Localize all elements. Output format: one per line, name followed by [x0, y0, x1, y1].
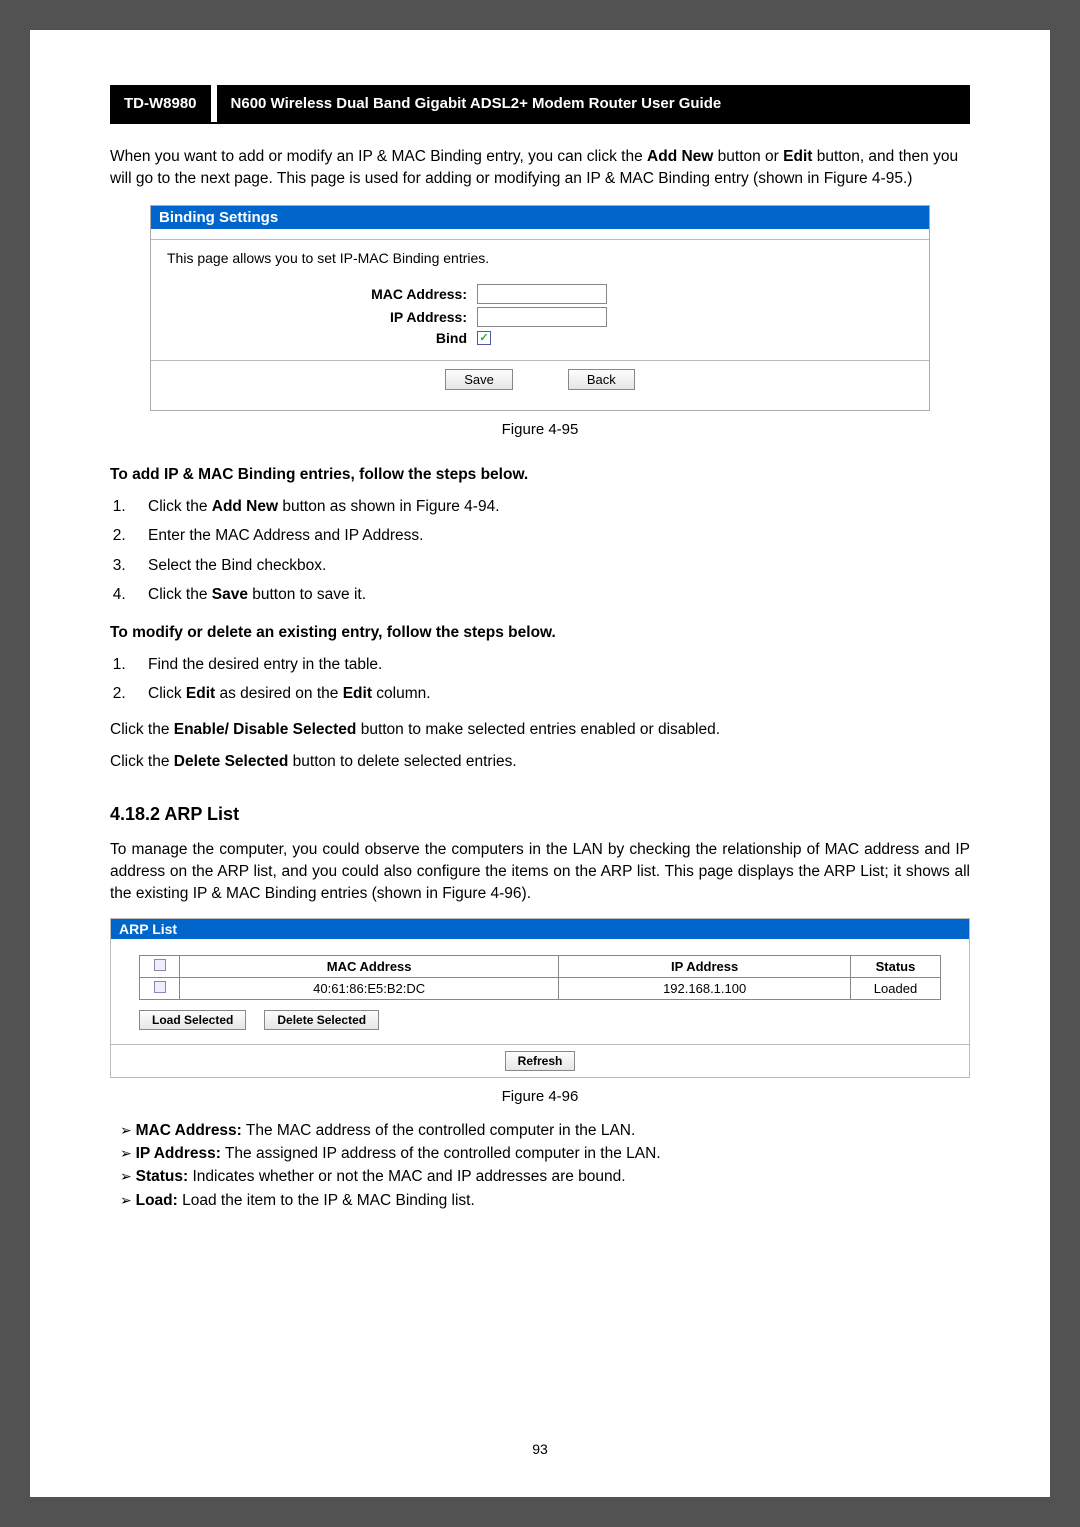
document-page: TD-W8980 N600 Wireless Dual Band Gigabit… [30, 30, 1050, 1497]
delete-line: Click the Delete Selected button to dele… [110, 751, 970, 773]
button-row: Save Back [167, 369, 913, 390]
arp-description: To manage the computer, you could observ… [110, 839, 970, 906]
text: Click the [110, 753, 174, 770]
mac-row: MAC Address: [167, 284, 913, 304]
text-bold: Edit [783, 148, 812, 165]
figure-96-caption: Figure 4-96 [110, 1088, 970, 1105]
refresh-button[interactable]: Refresh [505, 1051, 576, 1071]
list-item: MAC Address: The MAC address of the cont… [120, 1119, 970, 1142]
row-checkbox-cell [140, 977, 180, 999]
list-item: Load: Load the item to the IP & MAC Bind… [120, 1189, 970, 1212]
arp-list-panel: ARP List MAC Address IP Address Status 4… [110, 918, 970, 1078]
text: button or [713, 148, 783, 165]
page-number: 93 [110, 1411, 970, 1457]
cell-mac: 40:61:86:E5:B2:DC [180, 977, 559, 999]
delete-selected-button[interactable]: Delete Selected [264, 1010, 379, 1030]
ip-row: IP Address: [167, 307, 913, 327]
panel-description: This page allows you to set IP-MAC Bindi… [167, 250, 913, 266]
modify-steps-heading: To modify or delete an existing entry, f… [110, 624, 970, 642]
list-item: Click Edit as desired on the Edit column… [130, 679, 970, 708]
text-bold: Delete Selected [174, 753, 289, 770]
text-bold: Add New [212, 498, 278, 515]
refresh-row: Refresh [111, 1044, 969, 1077]
definitions-list: MAC Address: The MAC address of the cont… [120, 1119, 970, 1212]
text-bold: Load: [136, 1192, 178, 1209]
text: Indicates whether or not the MAC and IP … [188, 1168, 625, 1185]
text-bold: IP Address: [136, 1145, 221, 1162]
text-bold: Add New [647, 148, 713, 165]
list-item: Enter the MAC Address and IP Address. [130, 521, 970, 550]
mac-label: MAC Address: [167, 286, 477, 302]
text-bold: Enable/ Disable Selected [174, 721, 357, 738]
save-button[interactable]: Save [445, 369, 513, 390]
intro-paragraph: When you want to add or modify an IP & M… [110, 146, 970, 191]
list-item: Status: Indicates whether or not the MAC… [120, 1165, 970, 1188]
text: Click the [148, 498, 212, 515]
text-bold: Edit [343, 685, 372, 702]
text: The assigned IP address of the controlle… [221, 1145, 661, 1162]
mac-input[interactable] [477, 284, 607, 304]
back-button[interactable]: Back [568, 369, 635, 390]
bind-row: Bind ✓ [167, 330, 913, 346]
text: Click the [110, 721, 174, 738]
text-bold: Status: [136, 1168, 189, 1185]
list-item: Click the Add New button as shown in Fig… [130, 492, 970, 521]
text: When you want to add or modify an IP & M… [110, 148, 647, 165]
arp-button-row: Load Selected Delete Selected [139, 1010, 941, 1030]
text: Click the [148, 586, 212, 603]
list-item: Find the desired entry in the table. [130, 650, 970, 679]
add-steps-list: Click the Add New button as shown in Fig… [130, 492, 970, 610]
text: button as shown in Figure 4-94. [278, 498, 499, 515]
arp-list-heading: 4.18.2 ARP List [110, 804, 970, 825]
text: The MAC address of the controlled comput… [242, 1122, 635, 1139]
model-badge: TD-W8980 [110, 85, 211, 122]
table-row: 40:61:86:E5:B2:DC 192.168.1.100 Loaded [140, 977, 941, 999]
list-item: Click the Save button to save it. [130, 580, 970, 609]
text: button to delete selected entries. [288, 753, 516, 770]
text: Load the item to the IP & MAC Binding li… [178, 1192, 475, 1209]
checkbox-header [140, 955, 180, 977]
add-steps-heading: To add IP & MAC Binding entries, follow … [110, 466, 970, 484]
bind-checkbox[interactable]: ✓ [477, 331, 491, 345]
binding-settings-panel: Binding Settings This page allows you to… [150, 205, 930, 411]
cell-ip: 192.168.1.100 [559, 977, 851, 999]
panel-body: This page allows you to set IP-MAC Bindi… [151, 229, 929, 410]
text: column. [372, 685, 431, 702]
text-bold: Save [212, 586, 248, 603]
list-item: IP Address: The assigned IP address of t… [120, 1142, 970, 1165]
arp-panel-title: ARP List [111, 919, 969, 939]
ip-input[interactable] [477, 307, 607, 327]
arp-table: MAC Address IP Address Status 40:61:86:E… [139, 955, 941, 1000]
ip-label: IP Address: [167, 309, 477, 325]
table-header-row: MAC Address IP Address Status [140, 955, 941, 977]
col-status: Status [851, 955, 941, 977]
modify-steps-list: Find the desired entry in the table. Cli… [130, 650, 970, 709]
enable-line: Click the Enable/ Disable Selected butto… [110, 719, 970, 741]
select-all-checkbox[interactable] [154, 959, 166, 971]
load-selected-button[interactable]: Load Selected [139, 1010, 246, 1030]
text: Click [148, 685, 186, 702]
bind-label: Bind [167, 330, 477, 346]
text-bold: MAC Address: [136, 1122, 242, 1139]
figure-95-caption: Figure 4-95 [110, 421, 970, 438]
text-bold: Edit [186, 685, 215, 702]
text: button to make selected entries enabled … [356, 721, 720, 738]
list-item: Select the Bind checkbox. [130, 551, 970, 580]
col-mac: MAC Address [180, 955, 559, 977]
cell-status: Loaded [851, 977, 941, 999]
col-ip: IP Address [559, 955, 851, 977]
text: button to save it. [248, 586, 366, 603]
text: as desired on the [215, 685, 343, 702]
document-title: N600 Wireless Dual Band Gigabit ADSL2+ M… [217, 85, 970, 122]
header-bar: TD-W8980 N600 Wireless Dual Band Gigabit… [110, 85, 970, 124]
row-checkbox[interactable] [154, 981, 166, 993]
panel-title: Binding Settings [151, 206, 929, 229]
